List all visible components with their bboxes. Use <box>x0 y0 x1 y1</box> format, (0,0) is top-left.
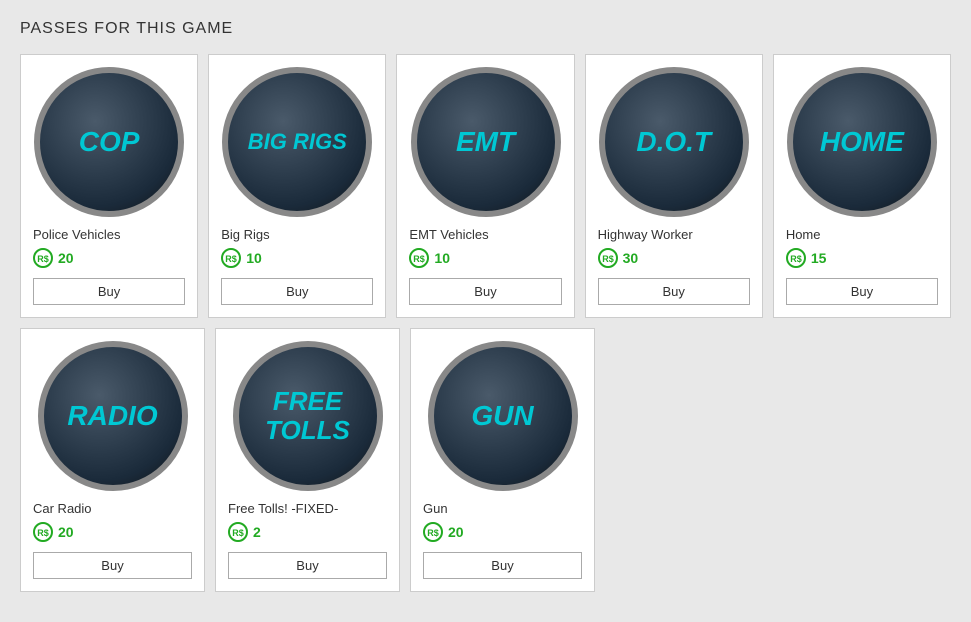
svg-text:R$: R$ <box>232 528 244 538</box>
pass-icon-text-dot: D.O.T <box>636 127 711 158</box>
robux-icon: R$ <box>423 522 443 542</box>
pass-name-radio: Car Radio <box>33 501 92 516</box>
pass-amount-emt: 10 <box>434 250 450 266</box>
pass-icon-text-radio: RADIO <box>67 401 157 432</box>
svg-text:R$: R$ <box>414 254 426 264</box>
pass-icon-text-home: HOME <box>820 127 904 158</box>
pass-amount-free-tolls: 2 <box>253 524 261 540</box>
pass-icon-gun: GUN <box>428 341 578 491</box>
buy-button-big-rigs[interactable]: Buy <box>221 278 373 305</box>
pass-icon-text-gun: GUN <box>471 401 533 432</box>
pass-name-home: Home <box>786 227 821 242</box>
pass-card-gun: GUN Gun R$ 20 Buy <box>410 328 595 592</box>
pass-amount-cop: 20 <box>58 250 74 266</box>
pass-price-emt: R$ 10 <box>409 248 450 268</box>
pass-icon-text-emt: EMT <box>456 127 515 158</box>
pass-name-dot: Highway Worker <box>598 227 693 242</box>
passes-row-2: RADIO Car Radio R$ 20 Buy FREE TOLLS Free To… <box>20 328 951 592</box>
pass-amount-home: 15 <box>811 250 827 266</box>
pass-name-big-rigs: Big Rigs <box>221 227 269 242</box>
buy-button-cop[interactable]: Buy <box>33 278 185 305</box>
robux-icon: R$ <box>409 248 429 268</box>
pass-icon-radio: RADIO <box>38 341 188 491</box>
pass-card-dot: D.O.T Highway Worker R$ 30 Buy <box>585 54 763 318</box>
pass-card-cop: COP Police Vehicles R$ 20 Buy <box>20 54 198 318</box>
pass-card-emt: EMT EMT Vehicles R$ 10 Buy <box>396 54 574 318</box>
pass-amount-dot: 30 <box>623 250 639 266</box>
pass-icon-dot: D.O.T <box>599 67 749 217</box>
pass-amount-big-rigs: 10 <box>246 250 262 266</box>
svg-text:R$: R$ <box>37 254 49 264</box>
pass-name-gun: Gun <box>423 501 448 516</box>
robux-icon: R$ <box>598 248 618 268</box>
pass-price-cop: R$ 20 <box>33 248 74 268</box>
svg-text:R$: R$ <box>37 528 49 538</box>
svg-text:R$: R$ <box>427 528 439 538</box>
pass-price-gun: R$ 20 <box>423 522 464 542</box>
pass-amount-gun: 20 <box>448 524 464 540</box>
pass-icon-free-tolls: FREE TOLLS <box>233 341 383 491</box>
pass-price-big-rigs: R$ 10 <box>221 248 262 268</box>
robux-icon: R$ <box>221 248 241 268</box>
buy-button-emt[interactable]: Buy <box>409 278 561 305</box>
pass-card-radio: RADIO Car Radio R$ 20 Buy <box>20 328 205 592</box>
pass-amount-radio: 20 <box>58 524 74 540</box>
buy-button-home[interactable]: Buy <box>786 278 938 305</box>
pass-icon-home: HOME <box>787 67 937 217</box>
pass-name-cop: Police Vehicles <box>33 227 120 242</box>
page-title: PASSES FOR THIS GAME <box>20 20 951 38</box>
pass-icon-text-cop: COP <box>79 127 140 158</box>
buy-button-radio[interactable]: Buy <box>33 552 192 579</box>
pass-price-home: R$ 15 <box>786 248 827 268</box>
pass-icon-text-big-rigs: BIG RIGS <box>248 130 347 154</box>
pass-card-home: HOME Home R$ 15 Buy <box>773 54 951 318</box>
pass-icon-big-rigs: BIG RIGS <box>222 67 372 217</box>
passes-container: COP Police Vehicles R$ 20 Buy BIG RIGS Big R… <box>20 54 951 592</box>
robux-icon: R$ <box>33 248 53 268</box>
svg-text:R$: R$ <box>602 254 614 264</box>
svg-text:R$: R$ <box>225 254 237 264</box>
pass-name-emt: EMT Vehicles <box>409 227 488 242</box>
pass-card-free-tolls: FREE TOLLS Free Tolls! -FIXED- R$ 2 Buy <box>215 328 400 592</box>
pass-price-free-tolls: R$ 2 <box>228 522 261 542</box>
pass-icon-emt: EMT <box>411 67 561 217</box>
pass-price-radio: R$ 20 <box>33 522 74 542</box>
buy-button-gun[interactable]: Buy <box>423 552 582 579</box>
pass-icon-cop: COP <box>34 67 184 217</box>
passes-row-1: COP Police Vehicles R$ 20 Buy BIG RIGS Big R… <box>20 54 951 318</box>
pass-card-big-rigs: BIG RIGS Big Rigs R$ 10 Buy <box>208 54 386 318</box>
buy-button-dot[interactable]: Buy <box>598 278 750 305</box>
robux-icon: R$ <box>786 248 806 268</box>
pass-price-dot: R$ 30 <box>598 248 639 268</box>
pass-name-free-tolls: Free Tolls! -FIXED- <box>228 501 338 516</box>
pass-icon-text-free-tolls: FREE TOLLS <box>239 387 377 444</box>
robux-icon: R$ <box>228 522 248 542</box>
buy-button-free-tolls[interactable]: Buy <box>228 552 387 579</box>
svg-text:R$: R$ <box>790 254 802 264</box>
robux-icon: R$ <box>33 522 53 542</box>
